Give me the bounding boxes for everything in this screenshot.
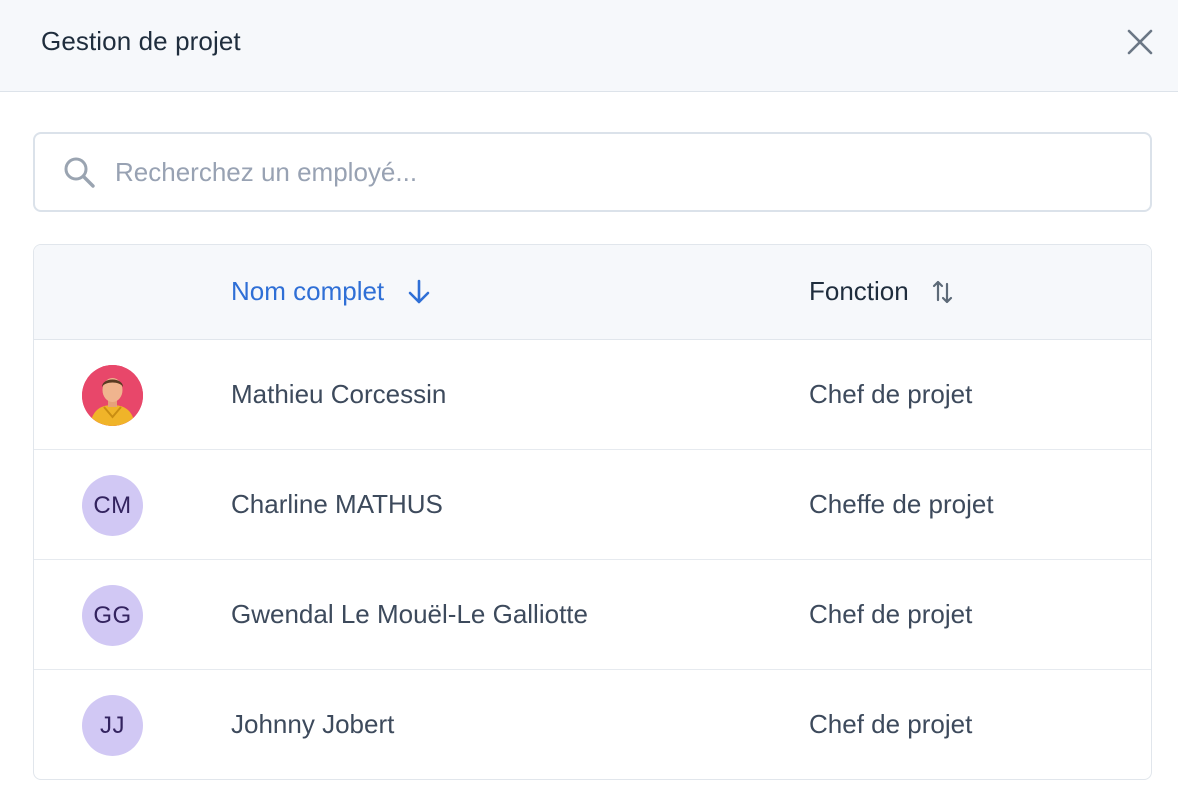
employee-table: Nom complet Fonction Mathieu Corcessin C…	[33, 244, 1152, 780]
avatar-initials: GG	[82, 585, 143, 646]
table-row[interactable]: JJ Johnny Jobert Chef de projet	[34, 670, 1151, 779]
table-row[interactable]: Mathieu Corcessin Chef de projet	[34, 340, 1151, 450]
dialog-header: Gestion de projet	[0, 0, 1178, 92]
close-icon	[1127, 29, 1153, 55]
arrow-down-icon	[406, 278, 432, 306]
column-header-name[interactable]: Nom complet	[231, 276, 432, 307]
table-row[interactable]: GG Gwendal Le Mouël-Le Galliotte Chef de…	[34, 560, 1151, 670]
search-icon	[64, 157, 95, 188]
sort-arrows-icon	[931, 278, 955, 306]
employee-function: Chef de projet	[809, 599, 973, 629]
search-input[interactable]	[115, 148, 1115, 196]
column-label-name: Nom complet	[231, 276, 385, 306]
employee-name: Johnny Jobert	[231, 709, 395, 739]
employee-function: Cheffe de projet	[809, 489, 994, 519]
employee-function: Chef de projet	[809, 379, 973, 409]
avatar-photo	[82, 365, 143, 426]
avatar-initials: JJ	[82, 695, 143, 756]
table-header: Nom complet Fonction	[34, 245, 1151, 340]
employee-function: Chef de projet	[809, 709, 973, 739]
dialog-title: Gestion de projet	[41, 26, 241, 56]
column-label-function: Fonction	[809, 276, 909, 306]
employee-name: Charline MATHUS	[231, 489, 443, 519]
employee-name: Gwendal Le Mouël-Le Galliotte	[231, 599, 588, 629]
employee-name: Mathieu Corcessin	[231, 379, 447, 409]
search-field[interactable]	[33, 132, 1152, 212]
close-button[interactable]	[1122, 24, 1158, 60]
column-header-function[interactable]: Fonction	[809, 276, 955, 307]
table-row[interactable]: CM Charline MATHUS Cheffe de projet	[34, 450, 1151, 560]
avatar-initials: CM	[82, 475, 143, 536]
